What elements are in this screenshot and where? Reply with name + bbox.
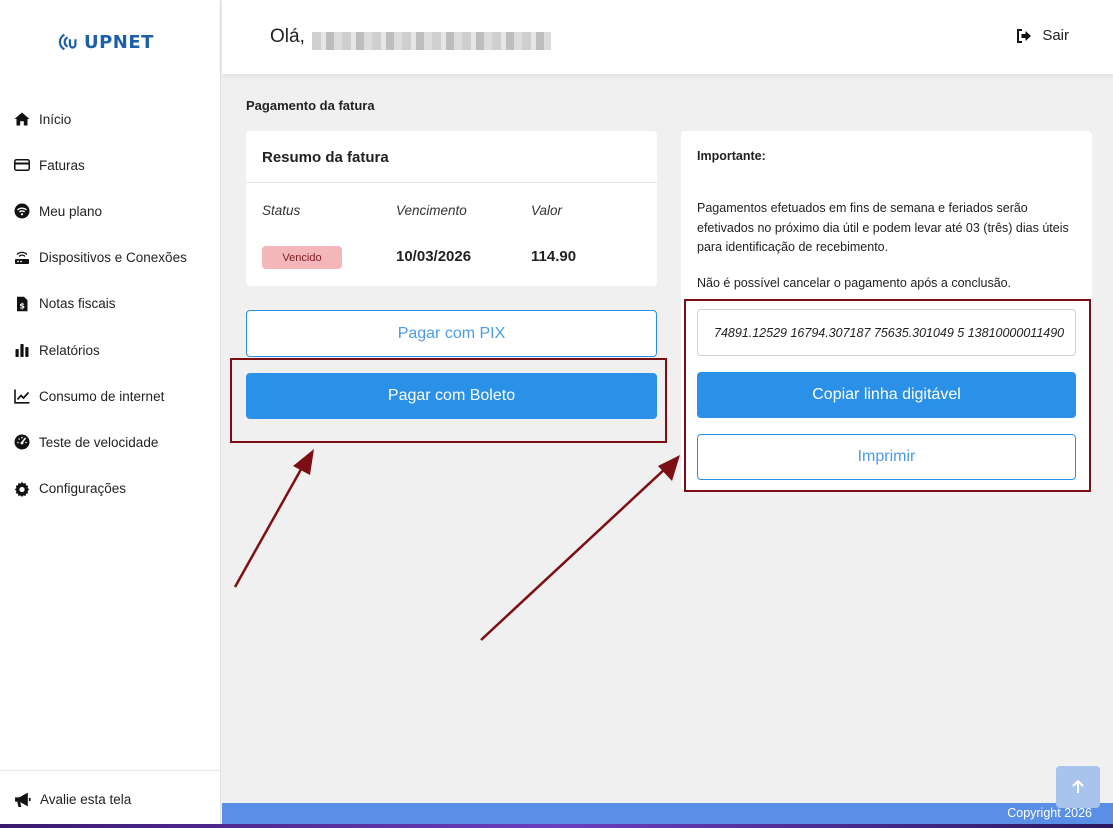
wifi-icon xyxy=(14,203,30,219)
sidebar-item-label: Configurações xyxy=(39,481,127,497)
invoice-summary-card: Resumo da fatura Status Vencimento Valor… xyxy=(246,131,657,286)
important-paragraph-weekends: Pagamentos efetuados em fins de semana e… xyxy=(697,201,1069,254)
highlight-box-boleto xyxy=(230,358,667,443)
top-header: Olá, Sair xyxy=(222,0,1113,74)
home-icon xyxy=(14,112,30,126)
sidebar-item-teste-velocidade[interactable]: Teste de velocidade xyxy=(0,419,220,465)
svg-text:$: $ xyxy=(19,301,25,310)
brand-name: UPNET xyxy=(84,31,154,53)
sidebar-item-consumo[interactable]: Consumo de internet xyxy=(0,373,220,419)
rate-screen-label: Avalie esta tela xyxy=(40,792,132,807)
gear-icon xyxy=(14,481,30,497)
brand-logo[interactable]: UPNET xyxy=(58,31,154,53)
arrow-up-icon xyxy=(1072,780,1084,793)
pay-pix-button[interactable]: Pagar com PIX xyxy=(246,310,657,357)
greeting-text: Olá, xyxy=(270,26,305,47)
router-icon xyxy=(15,251,29,264)
rate-screen-link[interactable]: Avalie esta tela xyxy=(0,770,220,828)
logout-label: Sair xyxy=(1042,27,1069,44)
sidebar-item-label: Faturas xyxy=(39,157,85,173)
sidebar-item-label: Teste de velocidade xyxy=(39,434,159,450)
amount-column-header: Valor xyxy=(531,203,563,218)
credit-card-icon xyxy=(14,159,30,172)
sidebar-item-label: Meu plano xyxy=(39,203,103,219)
sidebar-item-notas-fiscais[interactable]: $ Notas fiscais xyxy=(0,281,220,327)
sidebar-item-label: Consumo de internet xyxy=(39,388,165,404)
amount-value: 114.90 xyxy=(531,248,577,265)
sidebar-item-label: Notas fiscais xyxy=(39,296,116,312)
sidebar: UPNET Início Faturas Meu plano Dispositi… xyxy=(0,0,221,828)
megaphone-icon xyxy=(15,792,31,807)
sidebar-item-label: Dispositivos e Conexões xyxy=(39,250,187,266)
scroll-to-top-button[interactable] xyxy=(1056,766,1100,808)
due-date-column-header: Vencimento xyxy=(396,203,467,218)
due-date-value: 10/03/2026 xyxy=(396,248,472,265)
sidebar-item-label: Relatórios xyxy=(39,342,100,358)
sidebar-item-dispositivos[interactable]: Dispositivos e Conexões xyxy=(0,235,220,281)
arrow-to-boleto-actions xyxy=(480,455,680,641)
arrow-to-boleto-button xyxy=(233,449,314,588)
important-title: Importante: xyxy=(697,149,766,163)
upnet-logo-icon xyxy=(58,33,77,51)
sign-out-icon xyxy=(1017,28,1032,43)
sidebar-item-label: Início xyxy=(39,111,72,127)
line-chart-icon xyxy=(14,389,30,404)
invoice-icon: $ xyxy=(17,296,28,312)
sidebar-item-configuracoes[interactable]: Configurações xyxy=(0,466,220,512)
sidebar-nav: Início Faturas Meu plano Dispositivos e … xyxy=(0,96,220,512)
sidebar-item-relatorios[interactable]: Relatórios xyxy=(0,327,220,373)
important-paragraph-cancel: Não é possível cancelar o pagamento após… xyxy=(697,276,1012,290)
status-column-header: Status xyxy=(262,203,301,218)
status-badge: Vencido xyxy=(262,246,342,269)
invoice-summary-title: Resumo da fatura xyxy=(246,131,657,183)
page-title: Pagamento da fatura xyxy=(246,98,375,113)
speedometer-icon xyxy=(14,434,30,450)
highlight-box-boleto-actions xyxy=(684,299,1091,492)
bar-chart-icon xyxy=(15,344,29,358)
sidebar-item-inicio[interactable]: Início xyxy=(0,96,220,142)
blurred-user-name xyxy=(312,32,551,50)
logout-button[interactable]: Sair xyxy=(1016,27,1069,44)
sidebar-item-faturas[interactable]: Faturas xyxy=(0,142,220,188)
bottom-decorative-strip xyxy=(0,824,1113,828)
sidebar-item-meu-plano[interactable]: Meu plano xyxy=(0,188,220,234)
copyright-text: Copyright 2026 xyxy=(1007,806,1092,820)
